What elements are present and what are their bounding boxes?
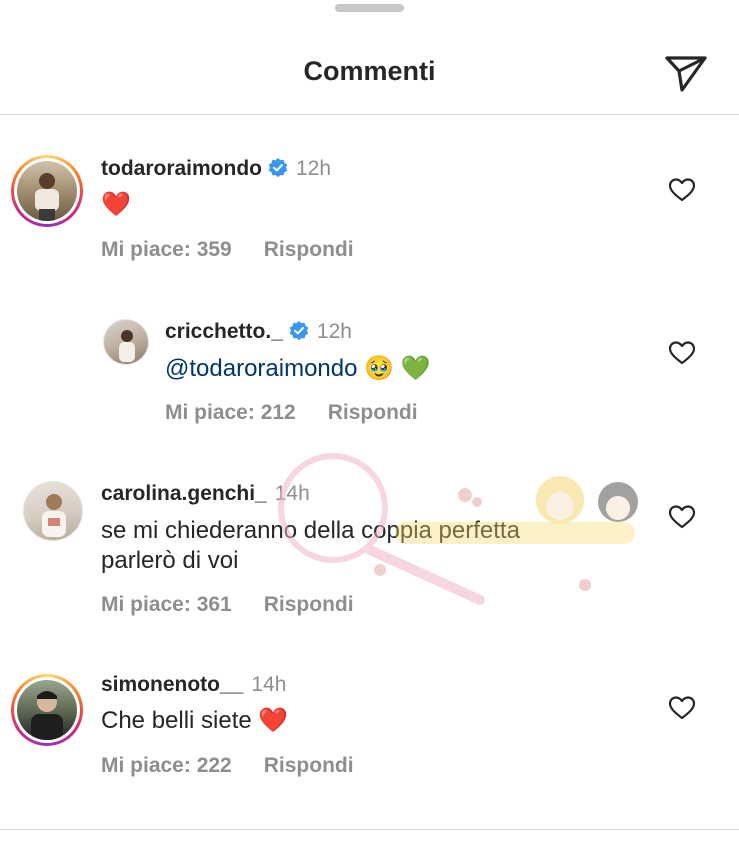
- comment-username[interactable]: todaroraimondo: [101, 157, 262, 180]
- comment-text: Che belli siete ❤️: [101, 707, 289, 734]
- reply-button[interactable]: Rispondi: [264, 754, 354, 777]
- heart-icon[interactable]: [668, 695, 696, 721]
- comment-text-line-2: parlerò di voi: [101, 547, 239, 574]
- like-count[interactable]: Mi piace: 222: [101, 754, 232, 777]
- reply-button[interactable]: Rispondi: [328, 401, 418, 424]
- comment-username[interactable]: carolina.genchi_: [101, 482, 267, 505]
- like-count[interactable]: Mi piace: 359: [101, 238, 232, 261]
- avatar[interactable]: [23, 481, 83, 541]
- page-title: Commenti: [303, 56, 436, 86]
- avatar[interactable]: [11, 674, 83, 746]
- comments-header: Commenti: [0, 0, 739, 115]
- comment-time: 14h: [251, 673, 287, 696]
- comment-text-line-1: se mi chiederanno della coppia perfetta: [101, 517, 520, 544]
- avatar[interactable]: [11, 155, 83, 227]
- heart-icon[interactable]: [668, 504, 696, 530]
- reply-button[interactable]: Rispondi: [264, 238, 354, 261]
- paper-plane-icon[interactable]: [662, 50, 710, 94]
- comment-username[interactable]: cricchetto._: [165, 320, 283, 343]
- reply-button[interactable]: Rispondi: [264, 593, 354, 616]
- heart-icon[interactable]: [668, 340, 696, 366]
- comment-time: 12h: [296, 157, 332, 180]
- heart-icon[interactable]: [668, 177, 696, 203]
- comment-username[interactable]: simonenoto__: [101, 673, 243, 696]
- verified-badge-icon: [289, 321, 309, 341]
- like-count[interactable]: Mi piace: 361: [101, 593, 232, 616]
- comment-text: 🥹 💚: [357, 355, 431, 382]
- comment-time: 14h: [274, 482, 310, 505]
- mention-link[interactable]: @todaroraimondo: [165, 355, 357, 382]
- comment-time: 12h: [316, 320, 352, 343]
- like-count[interactable]: Mi piace: 212: [165, 401, 296, 424]
- comment-text: ❤️: [101, 191, 131, 218]
- verified-badge-icon: [268, 158, 288, 178]
- divider: [0, 829, 739, 830]
- avatar[interactable]: [103, 319, 149, 365]
